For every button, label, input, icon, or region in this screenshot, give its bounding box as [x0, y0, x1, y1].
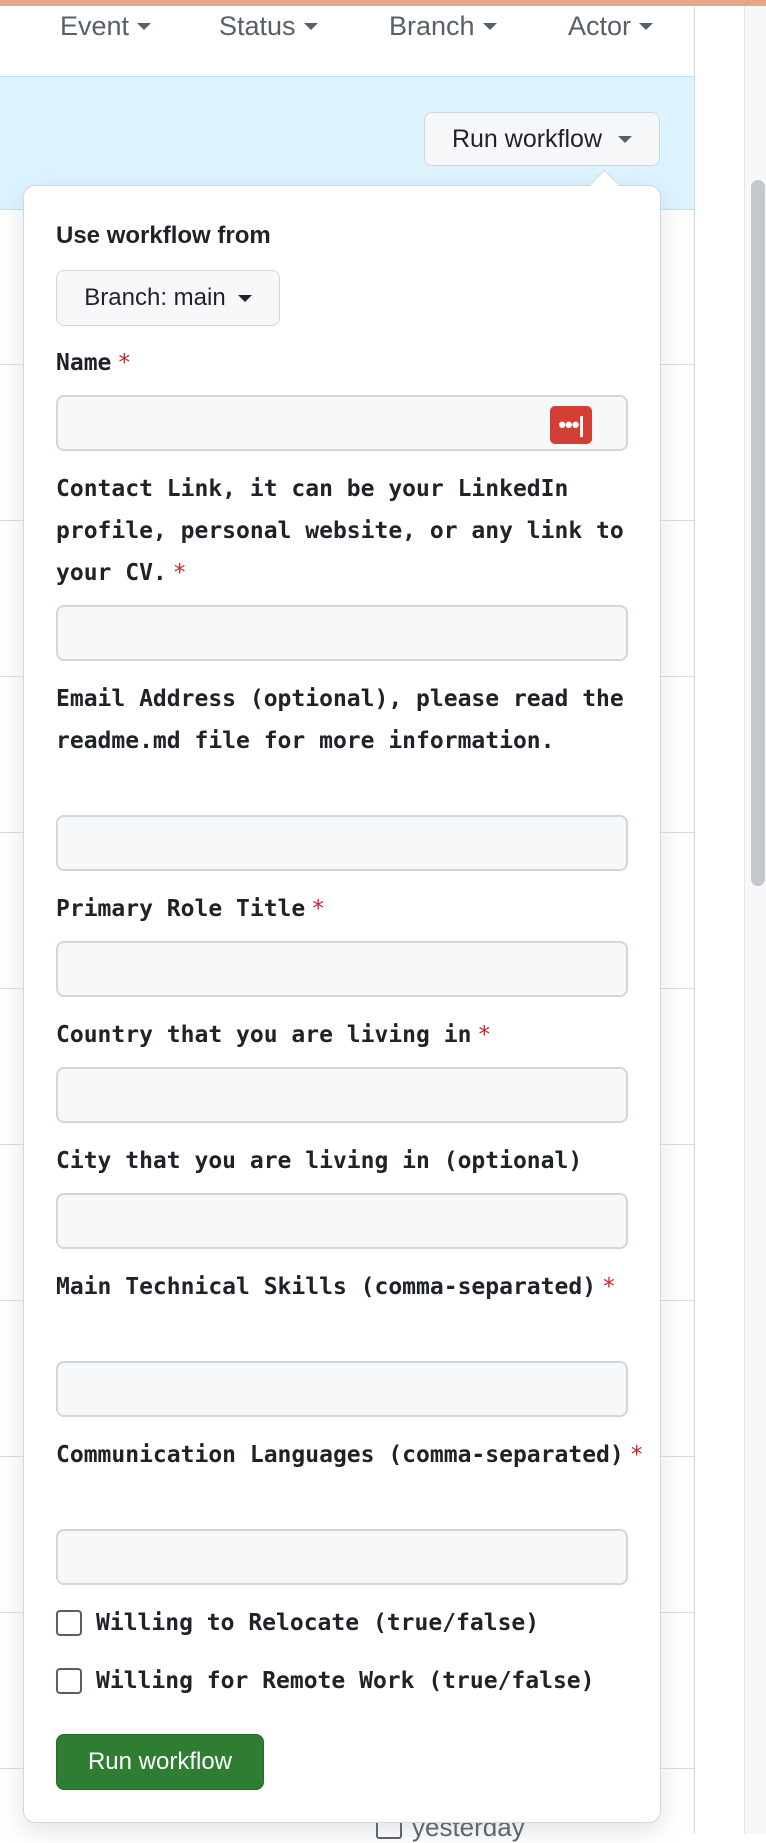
filter-actor[interactable]: Actor: [568, 6, 654, 46]
branch-selector-label: Branch: main: [84, 284, 226, 311]
relocate-checkbox-row[interactable]: Willing to Relocate (true/false): [56, 1610, 539, 1636]
filter-branch[interactable]: Branch: [389, 6, 497, 46]
name-label: Name *: [56, 350, 132, 376]
remote-work-checkbox[interactable]: [56, 1668, 82, 1694]
required-marker: *: [602, 1274, 616, 1300]
city-input[interactable]: [56, 1193, 628, 1249]
name-input[interactable]: •••|: [56, 395, 628, 451]
use-workflow-from-label: Use workflow from: [56, 222, 271, 249]
filter-status[interactable]: Status: [219, 6, 318, 46]
caret-down-icon: [618, 135, 633, 143]
caret-down-icon: [237, 294, 252, 302]
run-workflow-submit-button[interactable]: Run workflow: [56, 1734, 264, 1790]
scrollbar-thumb[interactable]: [751, 180, 765, 886]
required-marker: *: [117, 350, 132, 376]
caret-down-icon: [303, 22, 318, 30]
filter-actor-label: Actor: [568, 10, 632, 41]
country-input[interactable]: [56, 1067, 628, 1123]
communication-languages-label: Communication Languages (comma-separated…: [56, 1442, 644, 1468]
contact-link-label: Contact Link, it can be your LinkedIn pr…: [56, 476, 624, 586]
filter-bar: Event Status Branch Actor: [0, 6, 694, 76]
technical-skills-label: Main Technical Skills (comma-separated) *: [56, 1274, 616, 1300]
email-input[interactable]: [56, 815, 628, 871]
caret-down-icon: [639, 22, 654, 30]
caret-down-icon: [482, 22, 497, 30]
communication-languages-input[interactable]: [56, 1529, 628, 1585]
filter-status-label: Status: [219, 10, 296, 41]
remote-work-checkbox-row[interactable]: Willing for Remote Work (true/false): [56, 1668, 595, 1694]
email-label: Email Address (optional), please read th…: [56, 686, 624, 754]
primary-role-input[interactable]: [56, 941, 628, 997]
required-marker: *: [629, 1442, 644, 1468]
primary-role-label: Primary Role Title *: [56, 896, 326, 922]
run-workflow-dropdown-label: Run workflow: [451, 124, 603, 153]
required-marker: *: [172, 560, 187, 586]
country-label: Country that you are living in *: [56, 1022, 492, 1048]
password-manager-icon[interactable]: •••|: [550, 406, 592, 444]
technical-skills-input[interactable]: [56, 1361, 628, 1417]
caret-down-icon: [137, 22, 152, 30]
relocate-checkbox-label: Willing to Relocate (true/false): [96, 1610, 540, 1636]
remote-work-checkbox-label: Willing for Remote Work (true/false): [96, 1668, 595, 1694]
branch-selector-button[interactable]: Branch: main: [56, 270, 280, 326]
required-marker: *: [311, 896, 326, 922]
filter-event-label: Event: [60, 10, 130, 41]
filter-event[interactable]: Event: [60, 6, 152, 46]
run-workflow-dropdown-button[interactable]: Run workflow: [424, 112, 660, 166]
filter-branch-label: Branch: [389, 10, 475, 41]
city-label: City that you are living in (optional): [56, 1148, 583, 1174]
relocate-checkbox[interactable]: [56, 1610, 82, 1636]
required-marker: *: [477, 1022, 492, 1048]
contact-link-input[interactable]: [56, 605, 628, 661]
run-workflow-submit-label: Run workflow: [87, 1748, 233, 1775]
